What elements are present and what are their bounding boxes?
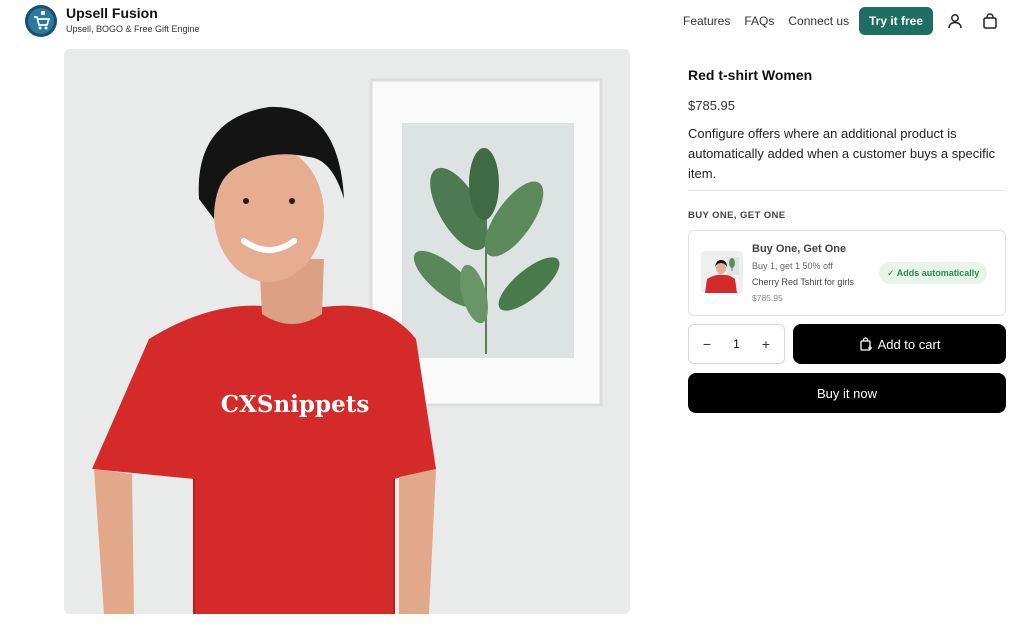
brand-tagline: Upsell, BOGO & Free Gift Engine <box>66 24 200 34</box>
bogo-offer-card[interactable]: Buy One, Get One Buy 1, get 1 50% off Ch… <box>688 230 1006 316</box>
offer-title: Buy One, Get One <box>752 243 847 255</box>
offer-subtitle: Buy 1, get 1 50% off <box>752 261 833 271</box>
product-photo <box>64 49 630 614</box>
nav-faqs[interactable]: FAQs <box>744 14 774 28</box>
divider <box>688 190 1006 191</box>
user-icon[interactable] <box>946 12 964 30</box>
quantity-input[interactable]: 1 <box>721 325 752 363</box>
offer-price: $785.95 <box>752 293 783 303</box>
offer-section-label: BUY ONE, GET ONE <box>688 210 786 221</box>
quantity-increase-button[interactable]: + <box>750 325 782 363</box>
nav-connect-us[interactable]: Connect us <box>788 14 849 28</box>
header: Upsell Fusion Upsell, BOGO & Free Gift E… <box>0 0 1024 42</box>
product-title: Red t-shirt Women <box>688 67 813 83</box>
add-to-cart-label: Add to cart <box>877 336 941 352</box>
bag-icon[interactable] <box>981 12 999 30</box>
offer-product-name: Cherry Red Tshirt for girls <box>752 277 854 287</box>
logo-icon[interactable] <box>24 4 58 38</box>
offer-product-thumbnail <box>701 251 743 293</box>
quantity-decrease-button[interactable]: − <box>691 325 723 363</box>
quantity-stepper: − 1 + <box>688 324 785 364</box>
shirt-print-text: CXSnippets <box>220 391 370 418</box>
product-description: Configure offers where an additional pro… <box>688 126 996 181</box>
try-it-free-button[interactable]: Try it free <box>859 7 933 35</box>
product-price: $785.95 <box>688 98 735 113</box>
main-nav: Features FAQs Connect us <box>683 8 863 34</box>
add-to-cart-button[interactable]: Add to cart <box>793 324 1006 364</box>
nav-features[interactable]: Features <box>683 14 730 28</box>
cart-add-icon <box>859 337 872 351</box>
product-image[interactable]: CXSnippets <box>64 49 630 614</box>
buy-it-now-button[interactable]: Buy it now <box>688 373 1006 413</box>
adds-automatically-badge: ✓ Adds automatically <box>879 262 988 284</box>
brand-name: Upsell Fusion <box>66 5 158 21</box>
